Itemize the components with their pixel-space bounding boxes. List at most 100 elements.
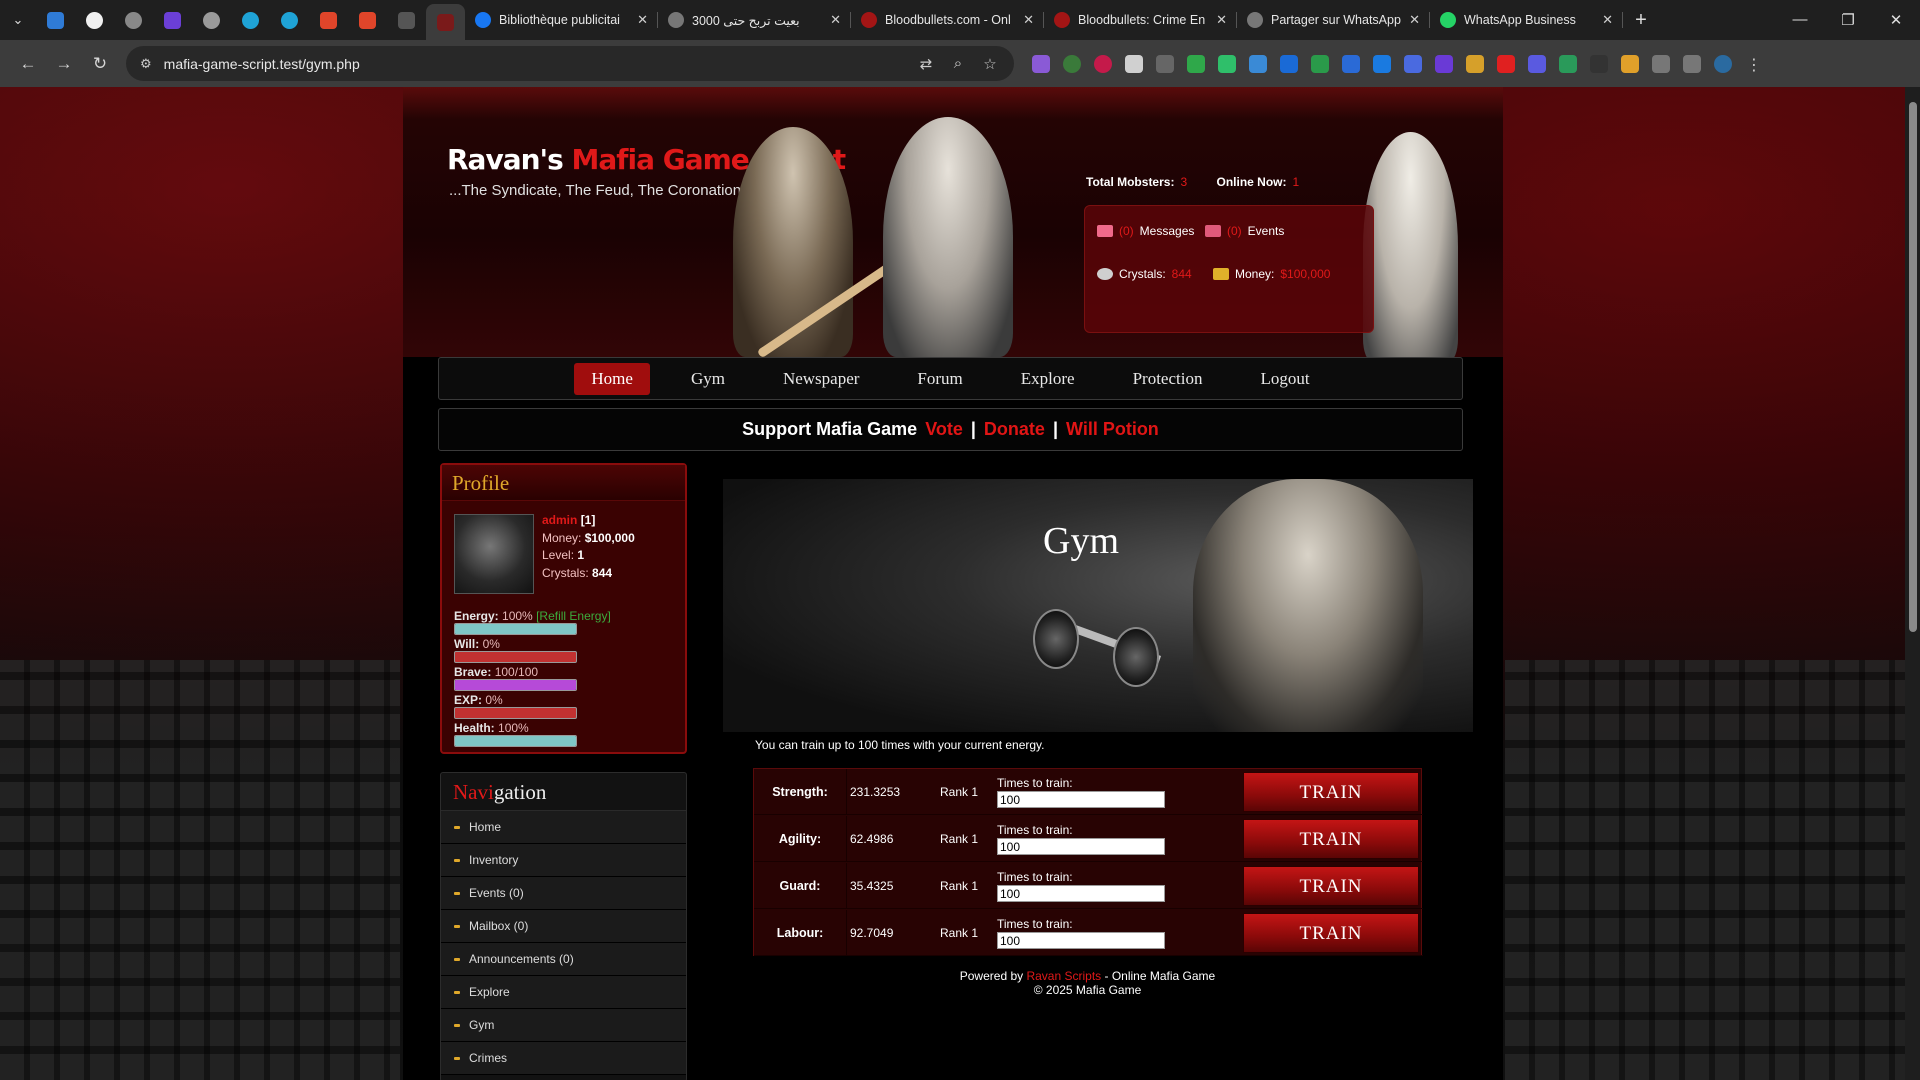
scrollbar-thumb[interactable]	[1909, 102, 1917, 632]
omnibox[interactable]: ⚙ mafia-game-script.test/gym.php ⇄ ⌕ ☆	[126, 46, 1014, 81]
pinned-tab[interactable]	[270, 0, 309, 40]
will-potion-link[interactable]: Will Potion	[1066, 419, 1159, 440]
browser-tab[interactable]: Bloodbullets.com - Onl ✕	[851, 0, 1044, 40]
nav-item[interactable]: Gym	[441, 1009, 686, 1042]
close-window-icon[interactable]: ✕	[1872, 11, 1920, 29]
menu-item-newspaper[interactable]: Newspaper	[766, 363, 876, 395]
translate-icon[interactable]: ⇄	[916, 55, 936, 73]
extension-icon[interactable]	[1280, 54, 1298, 73]
pinned-tab[interactable]	[36, 0, 75, 40]
nav-item[interactable]: Crimes	[441, 1042, 686, 1075]
tab-close-icon[interactable]: ✕	[637, 12, 648, 28]
tab-close-icon[interactable]: ✕	[830, 12, 841, 28]
restore-icon[interactable]: ❐	[1824, 11, 1872, 29]
pinned-tab[interactable]	[192, 0, 231, 40]
extension-icon[interactable]	[1094, 54, 1112, 73]
browser-tab[interactable]: WhatsApp Business ✕	[1430, 0, 1623, 40]
train-button[interactable]: TRAIN	[1243, 819, 1419, 859]
tab-search-chevron-icon[interactable]: ⌄	[0, 0, 36, 40]
progress-bar	[454, 735, 577, 747]
nav-item[interactable]: Events (0)	[441, 877, 686, 910]
extension-icon[interactable]	[1497, 54, 1515, 73]
back-icon[interactable]: ←	[10, 54, 46, 74]
tab-close-icon[interactable]: ✕	[1023, 12, 1034, 28]
extension-icon[interactable]	[1404, 54, 1422, 73]
extension-icon[interactable]	[1621, 54, 1639, 73]
nav-item[interactable]: Inventory	[441, 844, 686, 877]
tab-close-icon[interactable]: ✕	[1409, 12, 1420, 28]
menu-item-logout[interactable]: Logout	[1243, 363, 1326, 395]
extensions-puzzle-icon[interactable]	[1652, 54, 1670, 73]
tab-close-icon[interactable]: ✕	[1602, 12, 1613, 28]
browser-tab[interactable]: Bloodbullets: Crime En ✕	[1044, 0, 1237, 40]
pinned-tab[interactable]	[309, 0, 348, 40]
tab-close-icon[interactable]: ✕	[1216, 12, 1227, 28]
extension-icon[interactable]	[1528, 54, 1546, 73]
pinned-tab-active[interactable]	[426, 4, 465, 40]
extension-icon[interactable]	[1435, 54, 1453, 73]
reload-icon[interactable]: ↻	[82, 54, 118, 74]
stat-name: Labour:	[754, 910, 847, 956]
pinned-tab[interactable]	[75, 0, 114, 40]
extension-icon[interactable]	[1249, 54, 1267, 73]
bookmark-star-icon[interactable]: ☆	[980, 55, 1000, 73]
minimize-icon[interactable]: —	[1776, 11, 1824, 29]
extension-icon[interactable]	[1590, 54, 1608, 73]
events-link[interactable]: (0) Events	[1205, 224, 1284, 238]
ravan-scripts-link[interactable]: Ravan Scripts	[1026, 969, 1101, 983]
extension-icon[interactable]	[1125, 54, 1143, 73]
menu-item-home[interactable]: Home	[574, 362, 650, 395]
browser-tab[interactable]: Bibliothèque publicitai ✕	[465, 0, 658, 40]
profile-avatar-icon[interactable]	[1714, 54, 1732, 73]
extension-icon[interactable]	[1187, 54, 1205, 73]
screenshot-icon[interactable]	[1683, 54, 1701, 73]
vote-link[interactable]: Vote	[925, 419, 963, 440]
forward-icon[interactable]: →	[46, 54, 82, 74]
train-button[interactable]: TRAIN	[1243, 913, 1419, 953]
extension-icon[interactable]	[1311, 54, 1329, 73]
extension-icon[interactable]	[1156, 54, 1174, 73]
pinned-tab[interactable]	[114, 0, 153, 40]
menu-item-forum[interactable]: Forum	[900, 363, 979, 395]
mafia-icon	[437, 13, 454, 31]
train-button[interactable]: TRAIN	[1243, 866, 1419, 906]
menu-item-explore[interactable]: Explore	[1004, 363, 1092, 395]
more-menu-icon[interactable]: ⋮	[1745, 55, 1763, 74]
page-scrollbar[interactable]	[1905, 87, 1920, 1080]
nav-item[interactable]: Explore	[441, 976, 686, 1009]
nav-item[interactable]: Home	[441, 811, 686, 844]
times-to-train-input[interactable]	[997, 791, 1165, 808]
nav-item[interactable]: Announcements (0)	[441, 943, 686, 976]
pinned-tab[interactable]	[153, 0, 192, 40]
extension-icon[interactable]	[1218, 54, 1236, 73]
menu-item-protection[interactable]: Protection	[1116, 363, 1220, 395]
browser-tab[interactable]: Partager sur WhatsApp ✕	[1237, 0, 1430, 40]
messages-link[interactable]: (0) Messages	[1097, 224, 1194, 238]
donate-link[interactable]: Donate	[984, 419, 1045, 440]
extension-icon[interactable]	[1063, 54, 1081, 73]
nav-item[interactable]: Mailbox (0)	[441, 910, 686, 943]
pinned-tab[interactable]	[231, 0, 270, 40]
extension-icon[interactable]	[1342, 54, 1360, 73]
times-to-train-input[interactable]	[997, 932, 1165, 949]
browser-tab[interactable]: بعيت تربح حتى 3000 ✕	[658, 0, 851, 40]
avatar[interactable]	[454, 514, 534, 594]
extension-icon[interactable]	[1373, 54, 1391, 73]
progress-bar	[454, 623, 577, 635]
menu-item-gym[interactable]: Gym	[674, 363, 742, 395]
extension-icon[interactable]	[1466, 54, 1484, 73]
train-button[interactable]: TRAIN	[1243, 772, 1419, 812]
new-tab-button[interactable]: +	[1623, 9, 1659, 32]
pinned-tab[interactable]	[348, 0, 387, 40]
zoom-icon[interactable]: ⌕	[948, 55, 968, 72]
player-name-link[interactable]: admin	[542, 513, 577, 527]
refill-energy-link[interactable]: [Refill Energy]	[536, 609, 611, 623]
url-text[interactable]: mafia-game-script.test/gym.php	[164, 56, 904, 72]
extension-icon[interactable]	[1559, 54, 1577, 73]
extension-icon[interactable]	[1032, 54, 1050, 73]
times-to-train-input[interactable]	[997, 885, 1165, 902]
times-to-train-input[interactable]	[997, 838, 1165, 855]
site-info-icon[interactable]: ⚙	[140, 56, 152, 72]
pinned-tab[interactable]	[387, 0, 426, 40]
diamond-icon	[47, 11, 64, 29]
